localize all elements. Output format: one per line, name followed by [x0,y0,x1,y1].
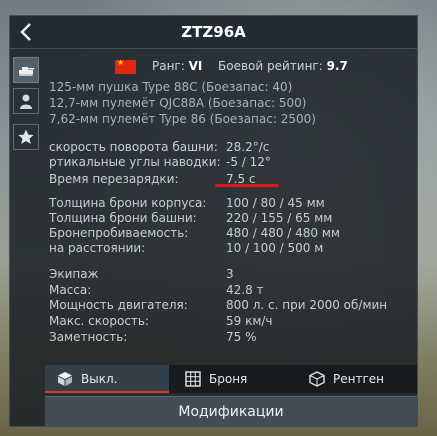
stat-value: -5 / 12° [226,155,271,169]
back-button[interactable] [15,20,39,44]
rank-value: VI [188,59,203,73]
battle-rating: Боевой рейтинг: 9.7 [218,59,348,73]
mode-off-label: Выкл. [81,372,118,386]
vehicle-title: ZTZ96A [181,23,246,41]
rank-label: Ранг: [152,59,185,73]
stat-value: 800 л. с. при 2000 об/мин [226,298,388,312]
vehicle-info-panel: ZTZ96A ★ Ранг: VI Боевой рейтинг: 9.7 12… [9,15,418,427]
stat-label: Толщина брони корпуса: [49,196,207,210]
mode-armor-button[interactable]: Броня [169,365,293,393]
rank: Ранг: VI [152,59,202,73]
stat-label: Мощность двигателя: [49,298,188,312]
weapon-mg: 7,62-мм пулемёт Type 86 (Боезапас: 2500) [49,112,316,126]
stat-label: Время перезарядки: [49,172,179,186]
stat-value: 7.5 с [226,172,256,186]
stat-value: 10 / 100 / 500 м [226,241,324,255]
armor-icon [185,371,201,387]
header: ZTZ96A [10,16,417,49]
side-tab-achievements[interactable] [13,124,39,150]
stat-label: скорость поворота башни: [49,140,218,154]
side-tab-vehicle[interactable] [13,57,39,83]
star-icon [18,129,34,144]
mode-xray-label: Рентген [333,372,384,386]
mode-xray-button[interactable]: Рентген [293,365,417,393]
stat-value: 480 / 480 / 480 мм [226,226,340,240]
stat-value: 3 [226,267,234,281]
stat-label: Экипаж [49,267,99,281]
stat-label: Толщина брони башни: [49,211,197,225]
mode-off-button[interactable]: Выкл. [45,365,169,393]
stat-label: Масса: [49,283,92,297]
weapon-hmg: 12,7-мм пулемёт QJC88A (Боезапас: 500) [49,96,307,110]
china-flag-icon: ★ [115,58,136,74]
weapons-list: 125-мм пушка Type 88C (Боезапас: 40) 12,… [49,79,316,127]
view-mode-bar: Выкл. Броня Рентген [45,365,417,393]
weapon-main-gun: 125-мм пушка Type 88C (Боезапас: 40) [49,80,293,94]
stat-label: на расстоянии: [49,241,146,255]
side-tab-crew[interactable] [13,88,39,114]
modifications-button[interactable]: Модификации [45,396,417,427]
mode-armor-label: Броня [209,372,248,386]
crew-icon [20,94,32,109]
battle-rating-label: Боевой рейтинг: [218,59,323,73]
stat-value: 100 / 80 / 45 мм [226,196,325,210]
stat-value: 59 км/ч [226,314,273,328]
chevron-left-icon [20,23,31,41]
stat-value: 42.8 т [226,283,264,297]
xray-icon [309,371,325,387]
tank-icon [19,67,34,76]
stat-value: 28.2°/c [226,140,270,154]
stat-value: 75 % [226,330,257,344]
cube-icon [58,372,72,386]
stat-value: 220 / 155 / 65 мм [226,211,333,225]
stat-label: Заметность: [49,330,128,344]
stat-label: Бронепробиваемость: [49,226,189,240]
stat-label: ртикальные углы наводки: [49,155,221,169]
stat-label: Макс. скорость: [49,314,150,328]
battle-rating-value: 9.7 [326,59,348,73]
